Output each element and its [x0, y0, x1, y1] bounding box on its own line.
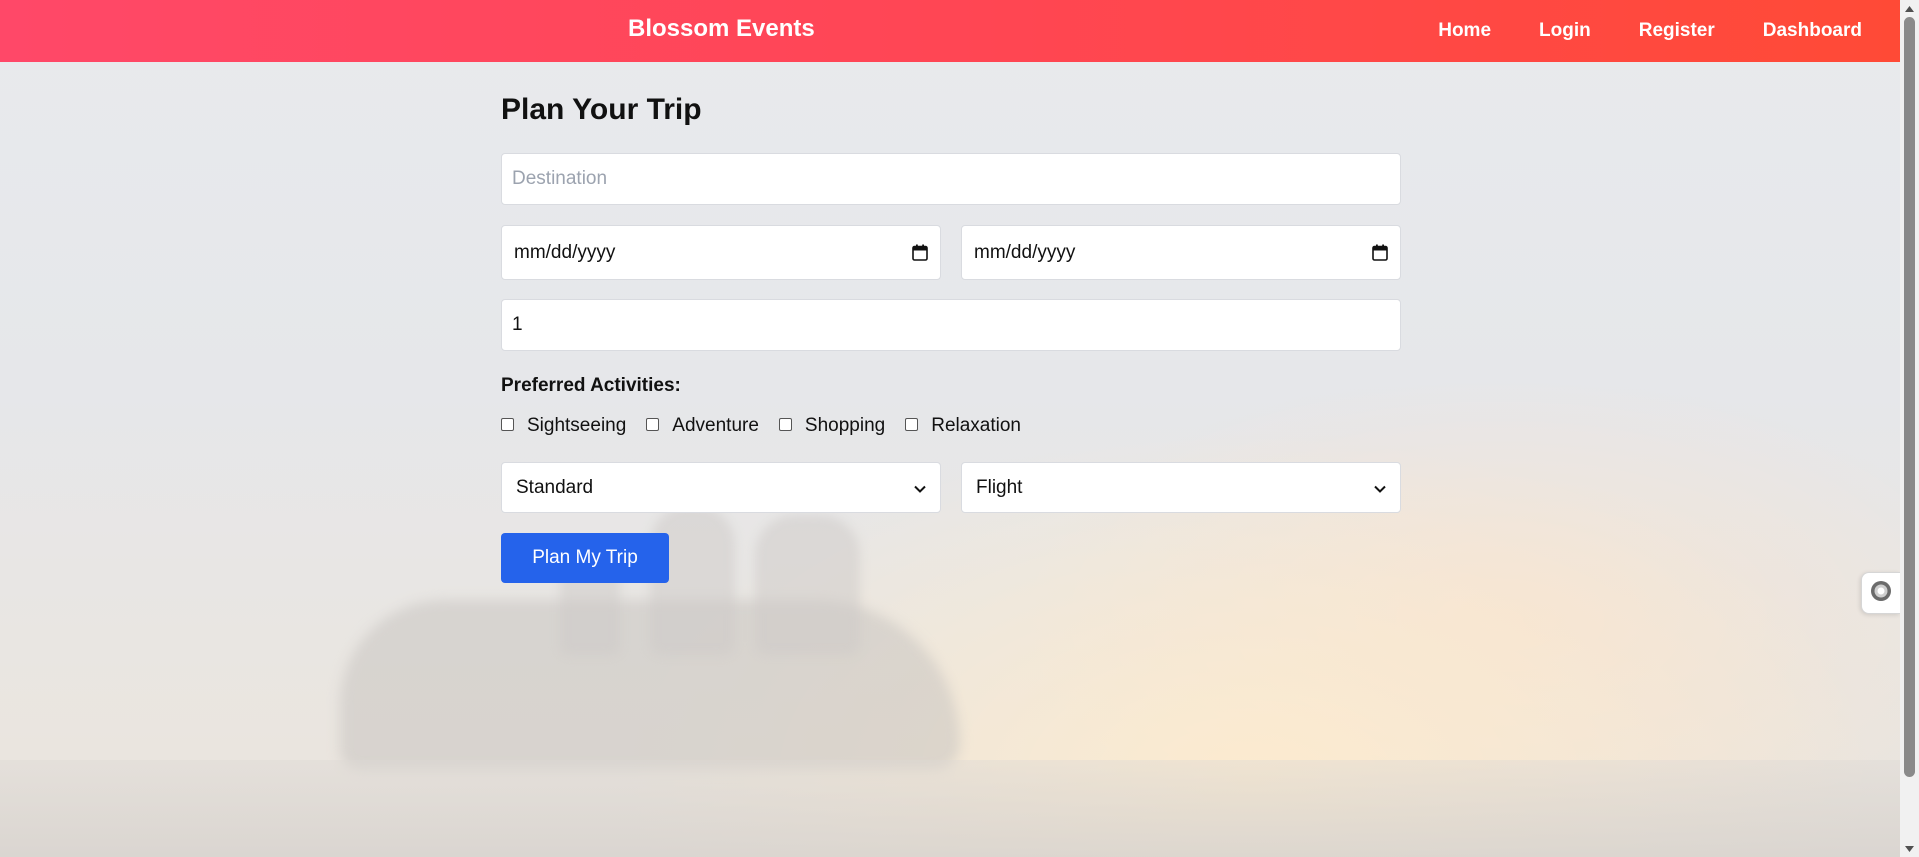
- start-date-input[interactable]: mm/dd/yyyy: [501, 225, 941, 280]
- transport-select[interactable]: Flight: [961, 462, 1401, 513]
- end-date-value: mm/dd/yyyy: [974, 241, 1076, 263]
- activity-sightseeing[interactable]: Sightseeing: [501, 415, 626, 437]
- nav-dashboard[interactable]: Dashboard: [1763, 2, 1862, 60]
- calendar-icon[interactable]: [1372, 244, 1388, 261]
- nav-register[interactable]: Register: [1639, 2, 1715, 60]
- chevron-down-icon: [1374, 477, 1386, 499]
- activity-label: Shopping: [804, 415, 886, 436]
- activity-relaxation[interactable]: Relaxation: [905, 415, 1021, 437]
- activity-label: Adventure: [672, 415, 759, 436]
- nav-login[interactable]: Login: [1539, 2, 1591, 60]
- adventure-checkbox[interactable]: [646, 417, 660, 431]
- activity-adventure[interactable]: Adventure: [646, 415, 759, 437]
- top-navbar: Blossom Events Home Login Register Dashb…: [0, 0, 1900, 62]
- activities-checkbox-group: Sightseeing Adventure Shopping Relaxatio…: [501, 415, 1041, 437]
- shopping-checkbox[interactable]: [778, 417, 792, 431]
- person-silhouette: [755, 515, 860, 655]
- destination-input[interactable]: [501, 153, 1401, 205]
- trip-planner-form: Plan Your Trip mm/dd/yyyy mm/dd/yyyy Pre…: [501, 90, 1401, 583]
- activities-label: Preferred Activities:: [501, 375, 681, 396]
- ground: [0, 760, 1900, 857]
- activity-label: Sightseeing: [527, 415, 627, 436]
- package-select[interactable]: Standard: [501, 462, 941, 513]
- start-date-value: mm/dd/yyyy: [514, 241, 616, 263]
- nav-links: Home Login Register Dashboard: [1438, 0, 1862, 62]
- page-title: Plan Your Trip: [501, 93, 702, 126]
- scroll-up-icon[interactable]: [1900, 0, 1919, 17]
- vertical-scrollbar[interactable]: [1900, 0, 1919, 857]
- calendar-icon[interactable]: [912, 244, 928, 261]
- scrollbar-thumb[interactable]: [1904, 17, 1915, 777]
- transport-select-value: Flight: [976, 476, 1023, 498]
- scroll-down-icon[interactable]: [1900, 840, 1919, 857]
- nav-home[interactable]: Home: [1438, 2, 1491, 60]
- activity-label: Relaxation: [931, 415, 1021, 436]
- brand-logo[interactable]: Blossom Events: [628, 0, 815, 62]
- assistant-widget-button[interactable]: [1861, 572, 1900, 614]
- travelers-input[interactable]: [501, 299, 1401, 351]
- plan-my-trip-button[interactable]: Plan My Trip: [501, 533, 669, 583]
- package-select-value: Standard: [516, 476, 594, 498]
- relaxation-checkbox[interactable]: [905, 417, 919, 431]
- sightseeing-checkbox[interactable]: [501, 417, 514, 431]
- chevron-down-icon: [914, 477, 926, 499]
- end-date-input[interactable]: mm/dd/yyyy: [961, 225, 1401, 280]
- assistant-icon: [1869, 579, 1893, 608]
- activity-shopping[interactable]: Shopping: [778, 415, 886, 437]
